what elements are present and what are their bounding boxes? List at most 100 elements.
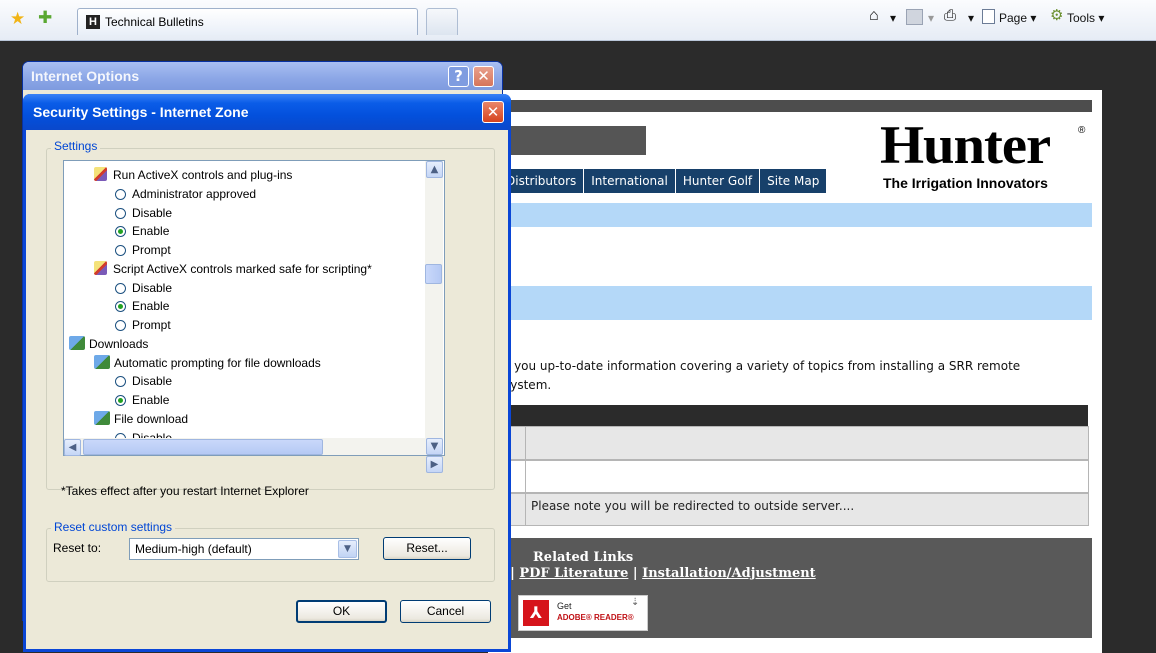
chevron-down-icon[interactable]: ▼	[338, 540, 357, 558]
setting-label: Prompt	[132, 243, 171, 257]
setting-option[interactable]: Disable	[115, 279, 172, 297]
setting-label: Administrator approved	[132, 186, 257, 201]
setting-option[interactable]: Prompt	[115, 316, 171, 334]
radio-selected-icon[interactable]	[115, 226, 126, 238]
intro-text: s you up-to-date information covering a …	[504, 357, 1094, 395]
tab-title: Technical Bulletins	[105, 15, 204, 29]
horizontal-scroll-thumb[interactable]	[83, 439, 323, 455]
setting-label: Downloads	[89, 336, 149, 351]
section-bar	[498, 286, 1092, 320]
scroll-left-button[interactable]: ◀	[64, 439, 81, 456]
intro-line: system.	[504, 378, 552, 392]
setting-option[interactable]: Disable	[115, 372, 172, 390]
download-setting-icon	[94, 354, 110, 369]
radio-icon[interactable]	[115, 207, 126, 219]
close-button[interactable]: ✕	[473, 66, 494, 87]
browser-tab-active[interactable]: H Technical Bulletins	[77, 8, 418, 35]
activex-setting-icon	[94, 167, 107, 181]
radio-icon[interactable]	[115, 245, 126, 256]
web-page: Hunter ® The Irrigation Innovators Distr…	[488, 90, 1102, 653]
table-cell	[525, 426, 1089, 460]
redirect-note: Please note you will be redirected to ou…	[531, 499, 855, 513]
setting-option[interactable]: Enable	[115, 391, 169, 409]
scroll-down-button[interactable]: ▼	[426, 438, 443, 455]
setting-label: Run ActiveX controls and plug-ins	[113, 168, 293, 182]
page-menu[interactable]: Page ▾	[999, 10, 1036, 26]
radio-selected-icon[interactable]	[115, 395, 126, 406]
reset-button[interactable]: Reset...	[383, 537, 471, 560]
page-menu-label: Page	[999, 11, 1028, 25]
home-dropdown-icon[interactable]: ▾	[890, 10, 896, 26]
restart-note: *Takes effect after you restart Internet…	[61, 484, 309, 498]
add-favorites-icon[interactable]: ✚	[38, 10, 52, 27]
setting-item: Run ActiveX controls and plug-ins	[94, 166, 292, 184]
setting-category: Downloads	[69, 335, 148, 353]
new-tab-button[interactable]	[426, 8, 458, 35]
feeds-icon[interactable]	[906, 9, 923, 25]
activex-setting-icon	[94, 260, 107, 275]
nav-hunter-golf[interactable]: Hunter Golf	[674, 169, 759, 193]
reset-level-value: Medium-high (default)	[135, 542, 252, 556]
logo-tagline: The Irrigation Innovators	[883, 175, 1048, 191]
setting-label: Prompt	[132, 318, 171, 332]
setting-label: Automatic prompting for file downloads	[114, 355, 321, 370]
internet-options-titlebar: Internet Options ? ✕	[23, 62, 502, 90]
page-header-bar	[488, 100, 1092, 112]
browser-toolbar: ★ ✚ H Technical Bulletins ⌂ ▾ ▾ ⎙ ▾ Page…	[0, 0, 1156, 41]
bulletin-table-header	[498, 405, 1088, 426]
favorites-star-icon[interactable]: ★	[10, 11, 25, 28]
setting-label: File download	[114, 411, 189, 426]
help-button[interactable]: ?	[448, 66, 469, 87]
registered-mark: ®	[1078, 125, 1086, 136]
security-settings-dialog: Security Settings - Internet Zone ✕ Sett…	[23, 94, 511, 652]
scroll-up-button[interactable]: ▲	[426, 161, 443, 178]
setting-item: Automatic prompting for file downloads	[94, 354, 321, 372]
setting-option[interactable]: Administrator approved	[115, 185, 256, 203]
cancel-button[interactable]: Cancel	[400, 600, 491, 623]
vertical-scroll-thumb[interactable]	[425, 264, 442, 284]
print-dropdown-icon[interactable]: ▾	[968, 10, 974, 26]
setting-option[interactable]: Prompt	[115, 241, 171, 259]
adobe-reader-label: ADOBE® READER®	[557, 613, 634, 622]
radio-icon[interactable]	[115, 376, 126, 388]
close-button[interactable]: ✕	[482, 101, 504, 123]
tools-gear-icon: ⚙	[1050, 7, 1064, 24]
table-divider	[525, 460, 526, 493]
scroll-right-button[interactable]: ▶	[426, 456, 443, 473]
nav-site-map[interactable]: Site Map	[759, 169, 826, 193]
feeds-dropdown-icon[interactable]: ▾	[928, 10, 934, 26]
reset-level-select[interactable]: Medium-high (default) ▼	[129, 538, 359, 560]
related-links: y | PDF Literature | Installation/Adjust…	[498, 566, 816, 582]
setting-option[interactable]: Enable	[115, 297, 169, 315]
ok-button[interactable]: OK	[296, 600, 387, 623]
hunter-logo[interactable]: Hunter	[880, 118, 1051, 172]
setting-option[interactable]: Disable	[115, 204, 172, 222]
setting-label: Disable	[132, 280, 173, 295]
setting-label: Enable	[132, 299, 170, 314]
nav-international[interactable]: International	[583, 169, 675, 193]
vertical-scrollbar[interactable]	[425, 161, 443, 439]
radio-icon[interactable]	[115, 282, 126, 294]
download-arrow-icon: ⇣	[631, 597, 640, 608]
download-setting-icon	[94, 410, 110, 425]
link-installation-adjustment[interactable]: Installation/Adjustment	[642, 566, 816, 581]
get-adobe-reader-badge[interactable]: ⅄ Get ADOBE® READER® ⇣	[518, 595, 648, 631]
settings-group-label: Settings	[51, 139, 101, 153]
tools-menu[interactable]: Tools ▾	[1067, 10, 1104, 26]
radio-icon[interactable]	[115, 188, 126, 200]
settings-tree[interactable]: Run ActiveX controls and plug-ins Adminis…	[63, 160, 445, 456]
home-icon[interactable]: ⌂	[869, 8, 879, 24]
section-bar	[498, 203, 1092, 227]
radio-selected-icon[interactable]	[115, 301, 126, 313]
setting-option[interactable]: Enable	[115, 222, 169, 240]
intro-line: s you up-to-date information covering a …	[504, 359, 1021, 373]
adobe-reader-icon: ⅄	[523, 600, 549, 626]
adobe-get-label: Get	[557, 601, 572, 611]
setting-label: Disable	[132, 374, 173, 389]
download-setting-icon	[69, 335, 85, 350]
site-favicon-icon: H	[86, 15, 100, 29]
radio-icon[interactable]	[115, 320, 126, 331]
print-icon[interactable]: ⎙	[944, 8, 956, 24]
link-pdf-literature[interactable]: PDF Literature	[519, 566, 628, 581]
setting-item: File download	[94, 410, 188, 428]
